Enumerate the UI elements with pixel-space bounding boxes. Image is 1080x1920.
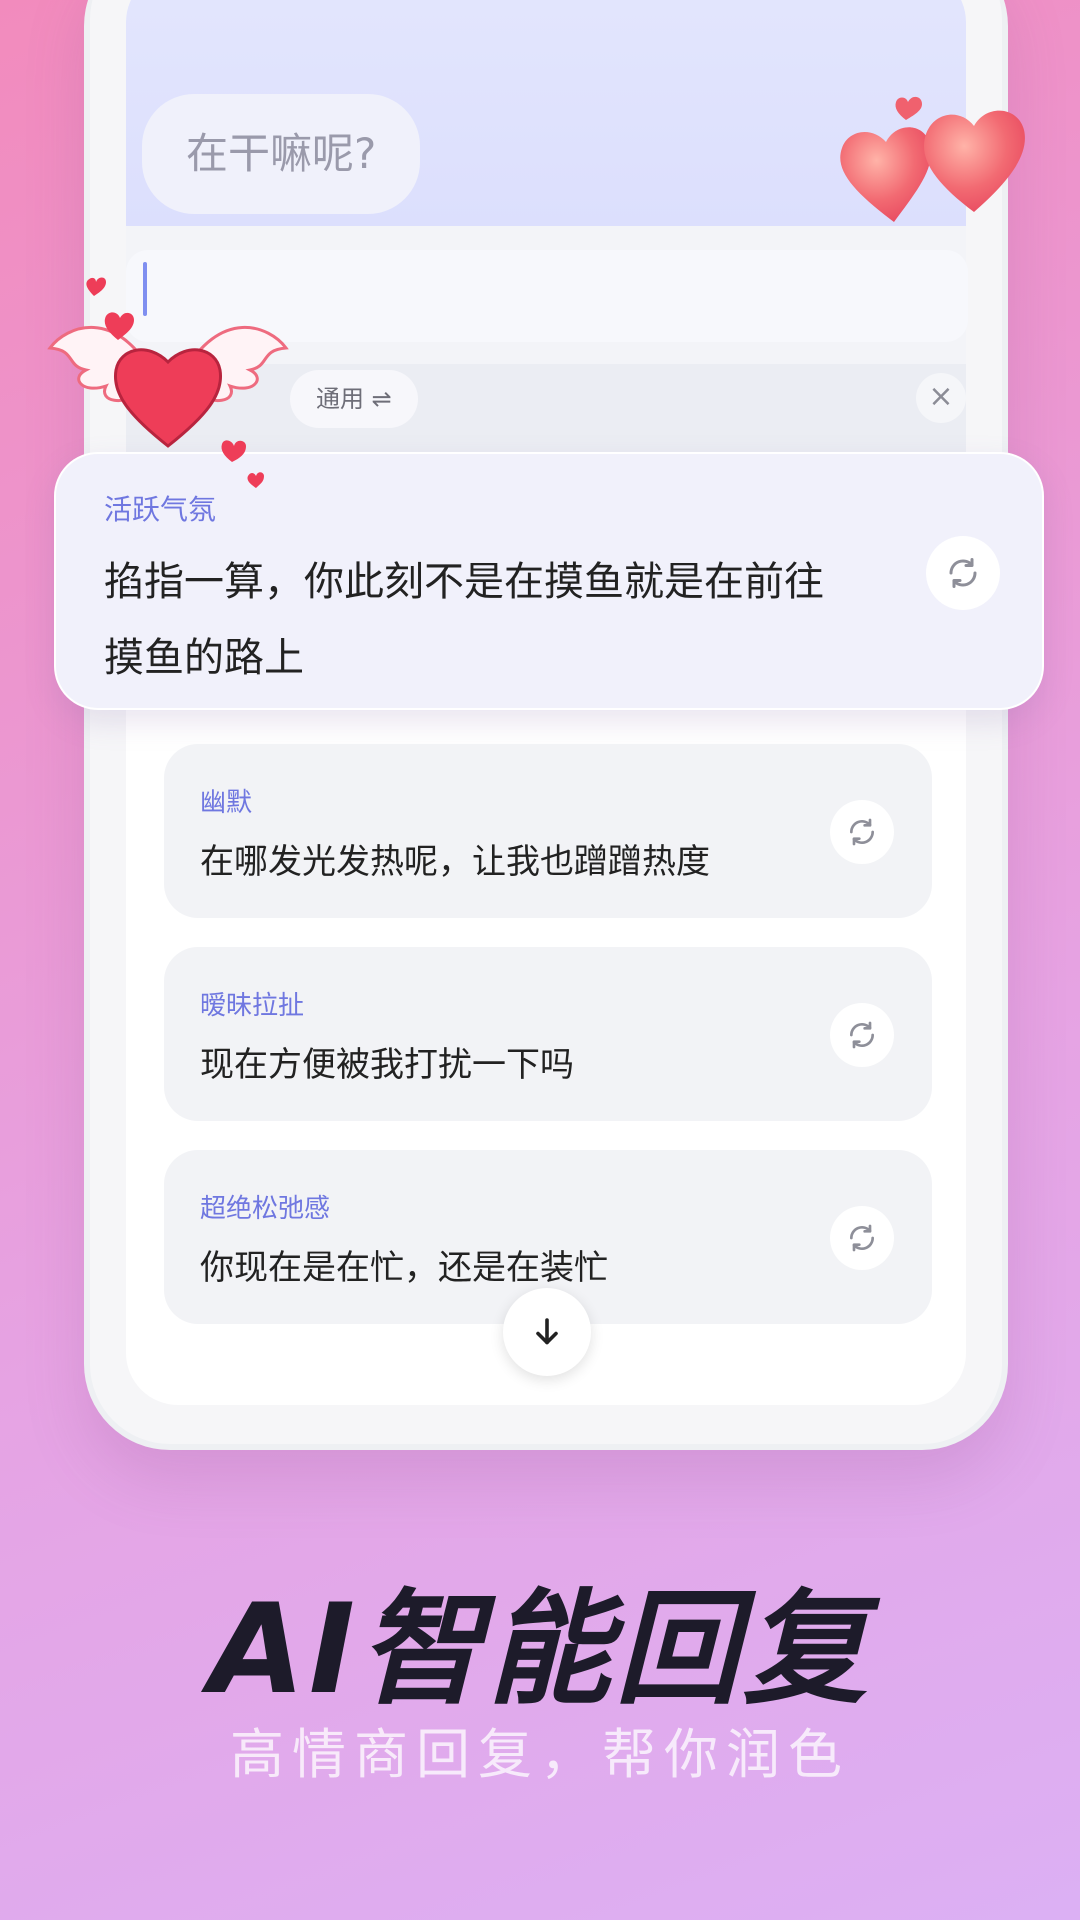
promo-subtitle: 高情商回复，帮你润色 xyxy=(230,1723,850,1786)
refresh-button[interactable] xyxy=(830,1206,894,1270)
hearts-decoration-icon xyxy=(840,96,1025,222)
close-button[interactable]: × xyxy=(916,373,966,423)
arrow-down-icon xyxy=(536,1318,558,1345)
scroll-down-button[interactable] xyxy=(503,1288,591,1376)
reply-category: 超绝松弛感 xyxy=(200,1194,331,1224)
reply-text: 你现在是在忙，还是在装忙 xyxy=(200,1248,608,1288)
winged-heart-icon xyxy=(47,277,289,488)
refresh-icon xyxy=(850,1021,874,1049)
reply-card[interactable]: 幽默 在哪发光发热呢，让我也蹭蹭热度 xyxy=(164,744,932,918)
reply-text: 在哪发光发热呢，让我也蹭蹭热度 xyxy=(200,842,710,882)
reply-text: 现在方便被我打扰一下吗 xyxy=(200,1045,574,1085)
reply-category: 幽默 xyxy=(200,788,253,818)
refresh-icon xyxy=(850,818,874,846)
reply-text: 掐指一算，你此刻不是在摸鱼就是在前往摸鱼的路上 xyxy=(104,559,824,681)
refresh-button[interactable] xyxy=(830,800,894,864)
reply-category: 暧昧拉扯 xyxy=(200,991,305,1021)
refresh-button[interactable] xyxy=(926,536,1000,610)
reply-card[interactable]: 暧昧拉扯 现在方便被我打扰一下吗 xyxy=(164,947,932,1121)
promo-title: AI智能回复 xyxy=(208,1578,872,1722)
incoming-message-bubble: 在干嘛呢? xyxy=(142,94,421,214)
refresh-icon xyxy=(850,1224,874,1252)
reply-category: 活跃气氛 xyxy=(104,493,217,526)
mode-switch-button[interactable]: 通用 ⇌ xyxy=(290,370,418,428)
highlighted-reply-card[interactable]: 活跃气氛 掐指一算，你此刻不是在摸鱼就是在前往摸鱼的路上 xyxy=(54,452,1044,710)
refresh-icon xyxy=(949,558,977,588)
refresh-button[interactable] xyxy=(830,1003,894,1067)
